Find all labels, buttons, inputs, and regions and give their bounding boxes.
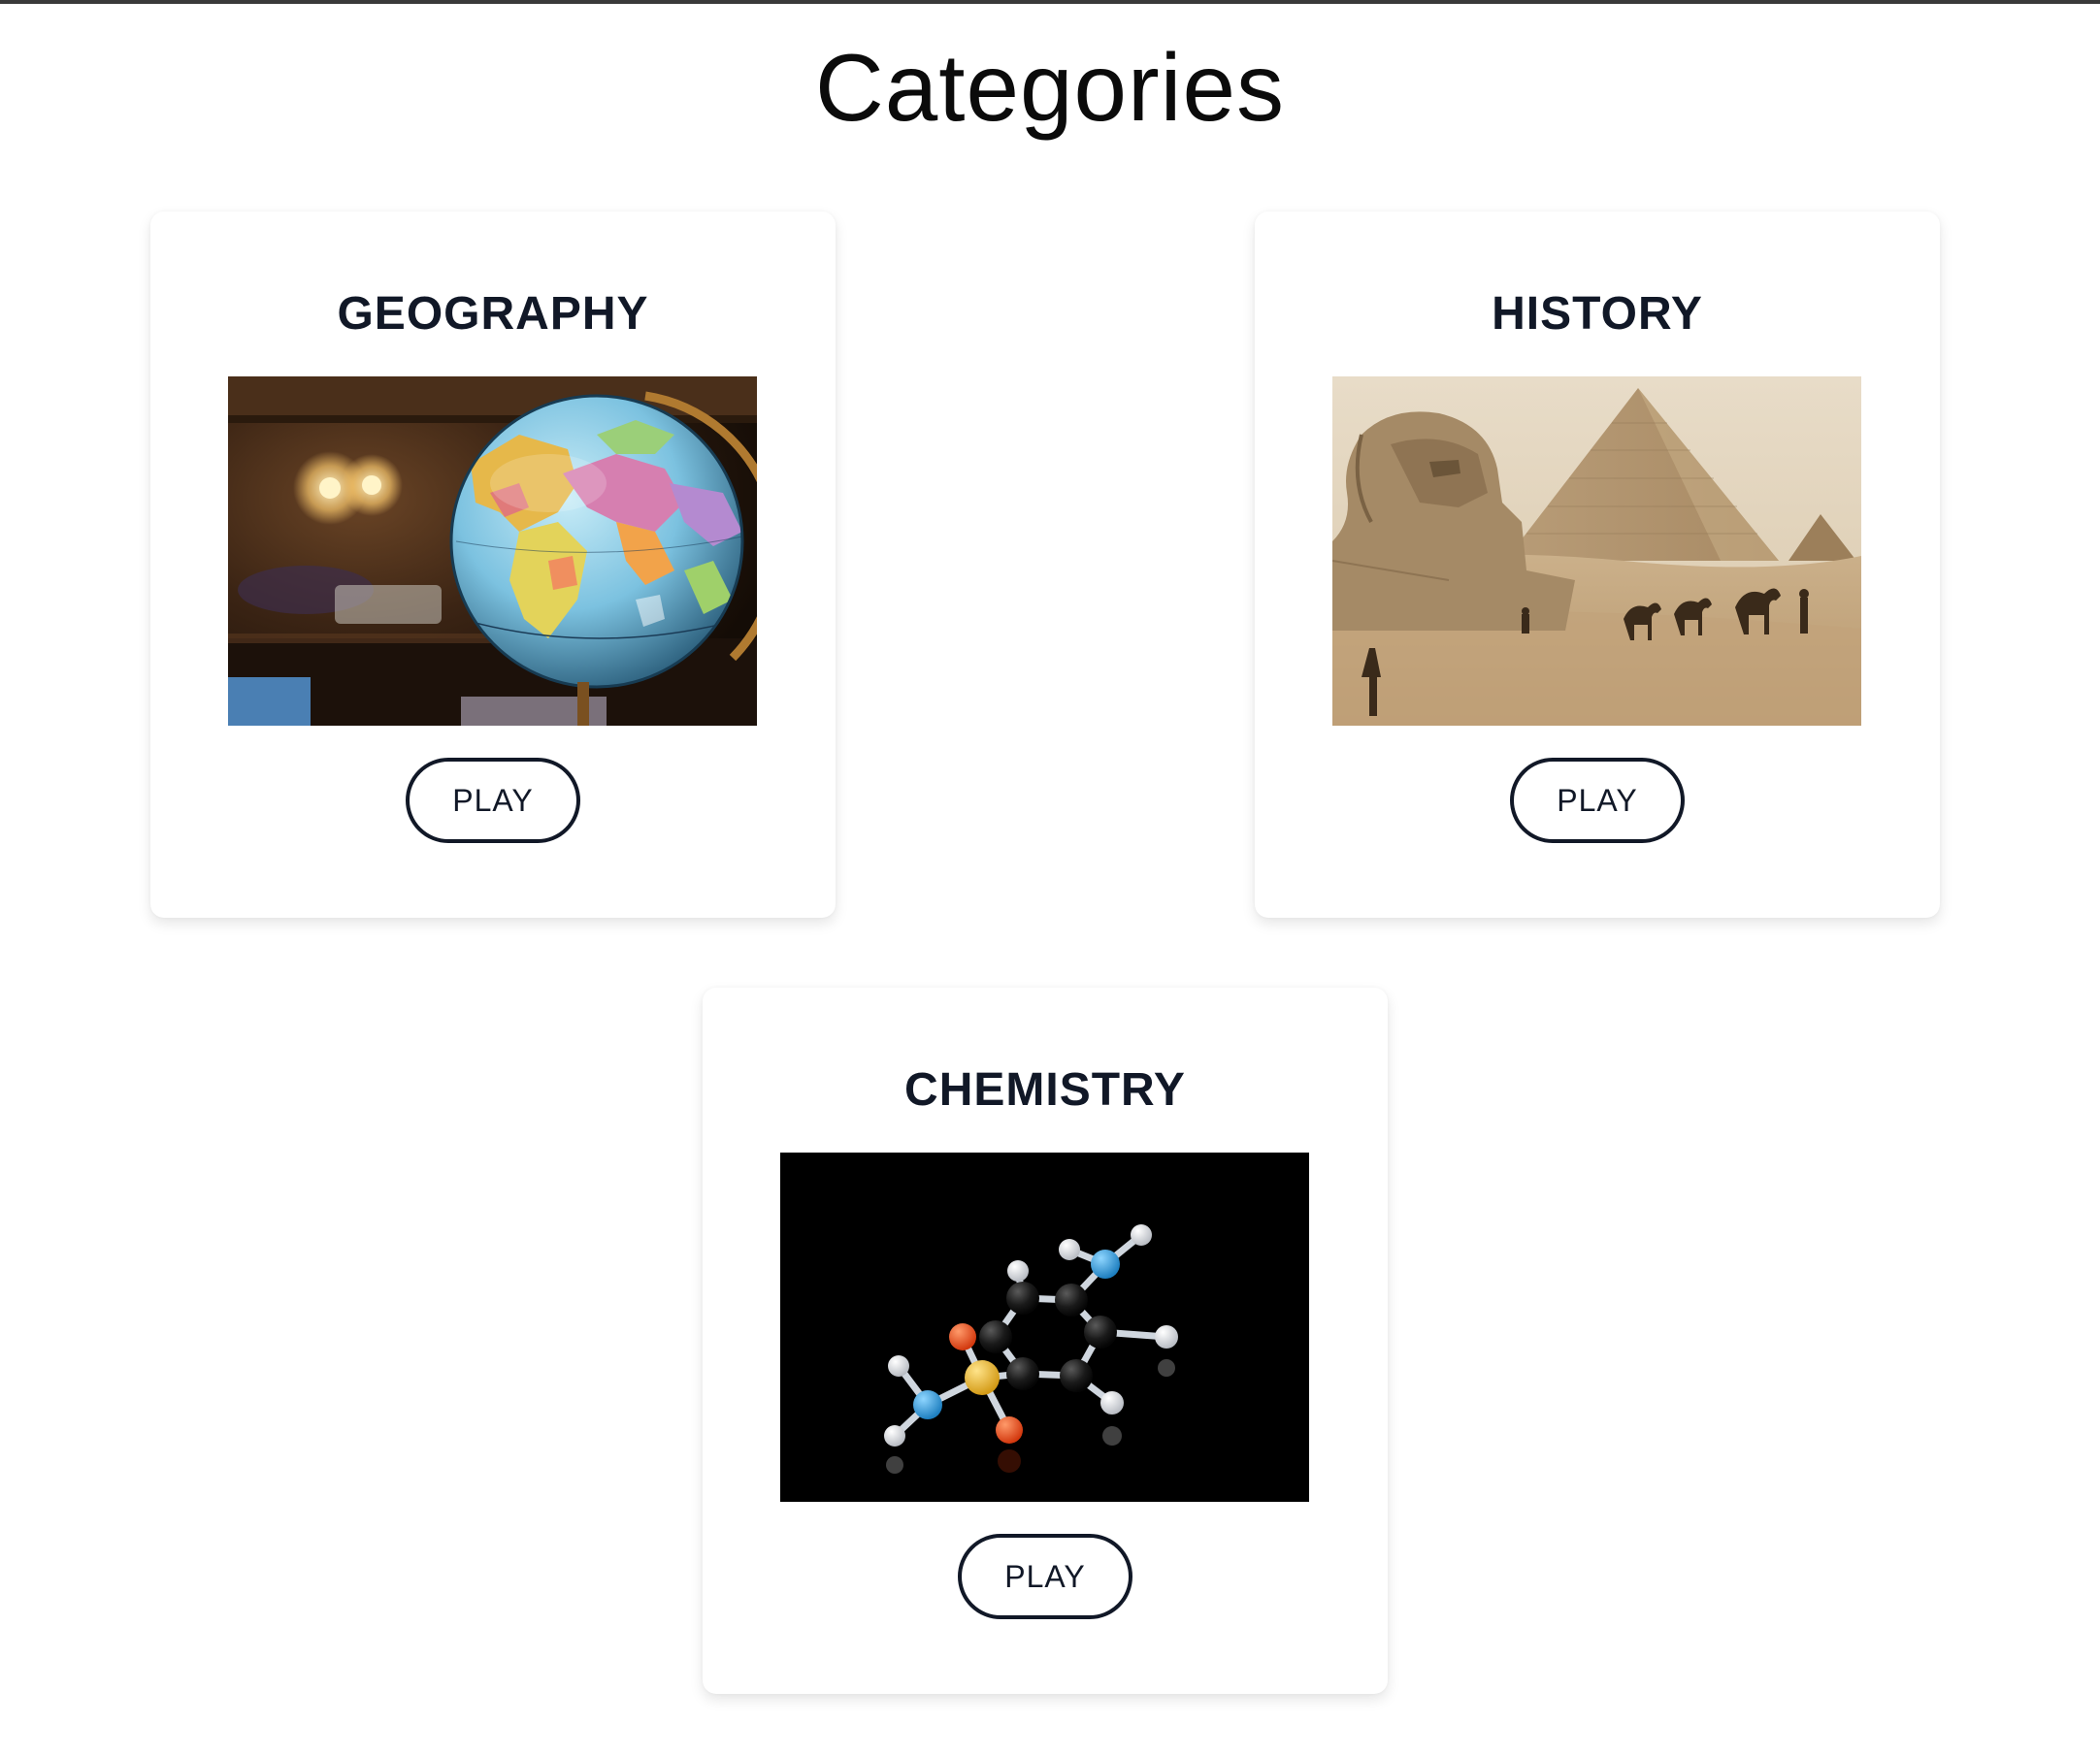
category-card-geography: GEOGRAPHY PLAY <box>150 211 836 918</box>
top-border <box>0 0 2100 4</box>
play-button[interactable]: PLAY <box>958 1534 1132 1619</box>
molecule-image <box>780 1153 1309 1502</box>
category-card-chemistry: CHEMISTRY PLAY <box>703 988 1388 1694</box>
globe-image <box>228 376 757 726</box>
play-button[interactable]: PLAY <box>406 758 580 843</box>
category-card-history: HISTORY PLAY <box>1255 211 1940 918</box>
play-button[interactable]: PLAY <box>1510 758 1685 843</box>
category-title: GEOGRAPHY <box>337 288 649 340</box>
category-title: HISTORY <box>1492 288 1703 340</box>
page-title: Categories <box>815 34 1285 141</box>
sphinx-pyramid-image <box>1332 376 1861 726</box>
category-title: CHEMISTRY <box>904 1064 1186 1116</box>
